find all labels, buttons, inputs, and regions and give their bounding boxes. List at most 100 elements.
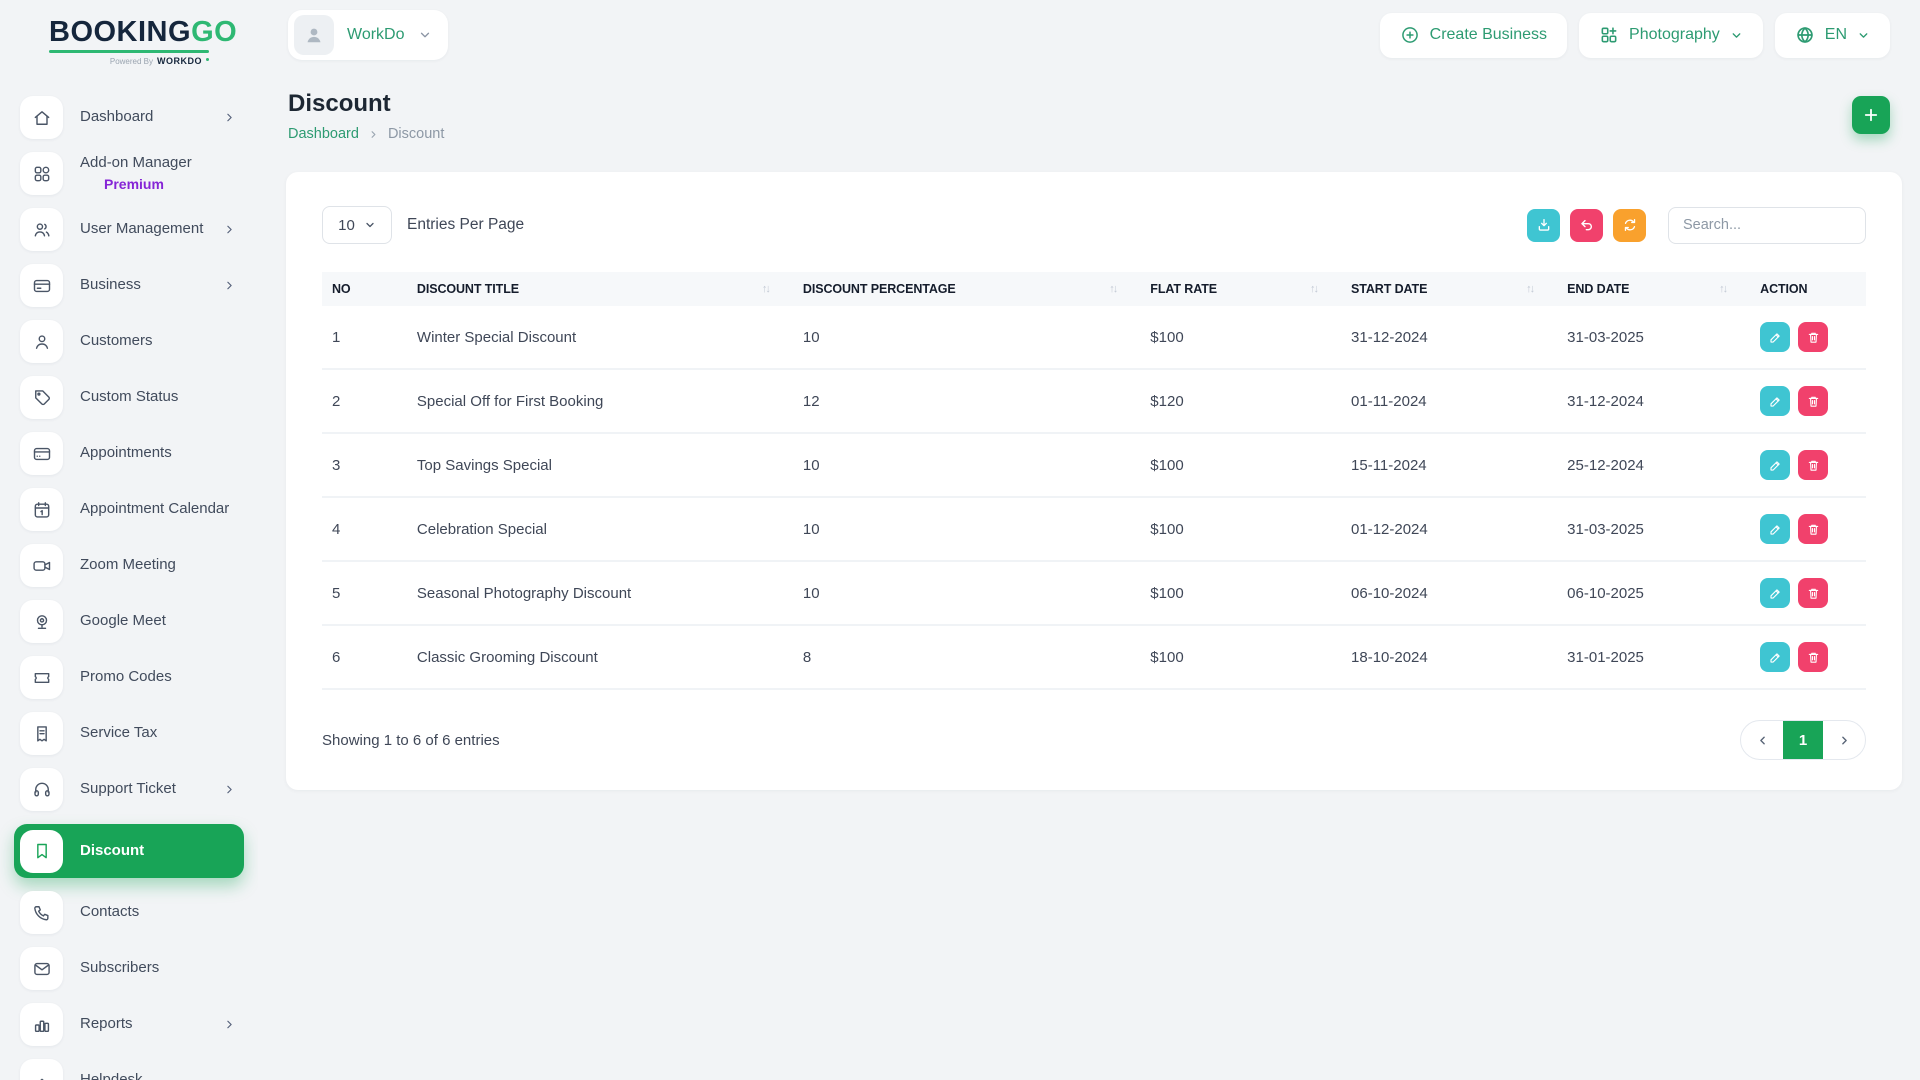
calendar-icon: [20, 488, 63, 531]
powered-by-name: WorkDo: [157, 56, 202, 66]
export-button[interactable]: [1527, 209, 1560, 242]
logo-underline: [49, 50, 209, 53]
column-header-discount-percentage[interactable]: DISCOUNT PERCENTAGE↑↓: [793, 272, 1140, 306]
current-page-button[interactable]: 1: [1783, 720, 1823, 760]
powered-by: Powered By WorkDo: [49, 56, 209, 66]
column-header-end-date[interactable]: END DATE↑↓: [1557, 272, 1750, 306]
language-selector[interactable]: EN: [1775, 13, 1890, 58]
user-icon: [20, 320, 63, 363]
delete-button[interactable]: [1798, 322, 1828, 352]
pencil-icon: [1768, 650, 1783, 665]
sidebar-item-user-management[interactable]: User Management: [14, 208, 244, 251]
edit-button[interactable]: [1760, 450, 1790, 480]
row-end-date: 06-10-2025: [1557, 561, 1750, 625]
discount-table: NODISCOUNT TITLE↑↓DISCOUNT PERCENTAGE↑↓F…: [322, 272, 1866, 690]
edit-button[interactable]: [1760, 514, 1790, 544]
logo-part-booking: BOOKING: [49, 16, 191, 48]
add-discount-button[interactable]: [1852, 96, 1890, 134]
sidebar-item-business[interactable]: Business: [14, 264, 244, 307]
row-end-date: 31-03-2025: [1557, 306, 1750, 369]
entries-per-page-select[interactable]: 10: [322, 206, 392, 244]
table-row: 5Seasonal Photography Discount10$10006-1…: [322, 561, 1866, 625]
sidebar-item-label: Discount: [80, 842, 144, 861]
topbar: WorkDo Create Business Photography EN: [258, 0, 1920, 60]
app-logo[interactable]: BOOKINGGO Powered By WorkDo: [0, 16, 210, 66]
sidebar-item-appointment-calendar[interactable]: Appointment Calendar: [14, 488, 244, 531]
edit-button[interactable]: [1760, 386, 1790, 416]
row-start-date: 06-10-2024: [1341, 561, 1557, 625]
credit-card-icon: [20, 264, 63, 307]
row-percentage: 10: [793, 561, 1140, 625]
row-actions: [1750, 497, 1866, 561]
create-business-button[interactable]: Create Business: [1380, 13, 1567, 58]
sidebar-item-service-tax[interactable]: Service Tax: [14, 712, 244, 755]
trash-icon: [1806, 330, 1821, 345]
sidebar-item-support-ticket[interactable]: Support Ticket: [14, 768, 244, 811]
grid-plus-icon: [1599, 25, 1619, 45]
refresh-button[interactable]: [1613, 209, 1646, 242]
pagination: 1: [1740, 720, 1866, 760]
search-input[interactable]: [1668, 207, 1866, 244]
sidebar: BOOKINGGO Powered By WorkDo Dashboard Add…: [0, 0, 258, 1080]
sort-icon: ↑↓: [762, 283, 783, 295]
sidebar-item-appointments[interactable]: Appointments: [14, 432, 244, 475]
delete-button[interactable]: [1798, 386, 1828, 416]
column-header-flat-rate[interactable]: FLAT RATE↑↓: [1140, 272, 1341, 306]
row-no: 2: [322, 369, 407, 433]
sidebar-item-label: Promo Codes: [80, 668, 172, 687]
sidebar-item-dashboard[interactable]: Dashboard: [14, 96, 244, 139]
row-percentage: 10: [793, 433, 1140, 497]
edit-button[interactable]: [1760, 642, 1790, 672]
page-title: Discount: [288, 90, 444, 118]
sidebar-item-discount[interactable]: Discount: [14, 824, 244, 878]
globe-icon: [1795, 25, 1815, 45]
edit-button[interactable]: [1760, 578, 1790, 608]
previous-page-button[interactable]: [1741, 720, 1783, 760]
breadcrumb-current: Discount: [388, 126, 444, 142]
chevron-right-icon: [1838, 734, 1851, 747]
edit-button[interactable]: [1760, 322, 1790, 352]
sidebar-item-promo-codes[interactable]: Promo Codes: [14, 656, 244, 699]
row-title: Seasonal Photography Discount: [407, 561, 793, 625]
delete-button[interactable]: [1798, 514, 1828, 544]
person-icon: [302, 23, 326, 47]
row-title: Celebration Special: [407, 497, 793, 561]
row-flat-rate: $100: [1140, 561, 1341, 625]
row-flat-rate: $100: [1140, 625, 1341, 689]
breadcrumb-separator-icon: [368, 129, 379, 140]
column-header-label: DISCOUNT PERCENTAGE: [803, 282, 956, 296]
page-header: Discount Dashboard Discount: [258, 60, 1920, 142]
column-header-discount-title[interactable]: DISCOUNT TITLE ↑↓: [407, 272, 793, 306]
row-title: Special Off for First Booking: [407, 369, 793, 433]
sidebar-item-zoom-meeting[interactable]: Zoom Meeting: [14, 544, 244, 587]
row-actions: [1750, 561, 1866, 625]
sidebar-item-addon-manager[interactable]: Add-on ManagerPremium: [14, 152, 244, 195]
delete-button[interactable]: [1798, 578, 1828, 608]
sidebar-item-subscribers[interactable]: Subscribers: [14, 947, 244, 990]
trash-icon: [1806, 458, 1821, 473]
sidebar-item-helpdesk[interactable]: Helpdesk: [14, 1059, 244, 1080]
sidebar-item-label: Customers: [80, 332, 153, 351]
delete-button[interactable]: [1798, 642, 1828, 672]
row-title: Top Savings Special: [407, 433, 793, 497]
next-page-button[interactable]: [1823, 720, 1865, 760]
business-selector[interactable]: Photography: [1579, 13, 1763, 58]
reset-button[interactable]: [1570, 209, 1603, 242]
trash-icon: [1806, 522, 1821, 537]
sidebar-item-customers[interactable]: Customers: [14, 320, 244, 363]
home-icon: [20, 96, 63, 139]
chevron-right-icon: [223, 279, 236, 292]
sidebar-item-custom-status[interactable]: Custom Status: [14, 376, 244, 419]
workspace-selector[interactable]: WorkDo: [288, 10, 448, 60]
delete-button[interactable]: [1798, 450, 1828, 480]
sidebar-item-contacts[interactable]: Contacts: [14, 891, 244, 934]
row-percentage: 10: [793, 306, 1140, 369]
column-header-start-date[interactable]: START DATE↑↓: [1341, 272, 1557, 306]
breadcrumb-dashboard-link[interactable]: Dashboard: [288, 126, 359, 142]
entries-summary: Showing 1 to 6 of 6 entries: [322, 732, 500, 749]
column-header-label: DISCOUNT TITLE: [417, 282, 519, 296]
sidebar-item-reports[interactable]: Reports: [14, 1003, 244, 1046]
sidebar-item-google-meet[interactable]: Google Meet: [14, 600, 244, 643]
card-icon: [20, 432, 63, 475]
row-title: Winter Special Discount: [407, 306, 793, 369]
